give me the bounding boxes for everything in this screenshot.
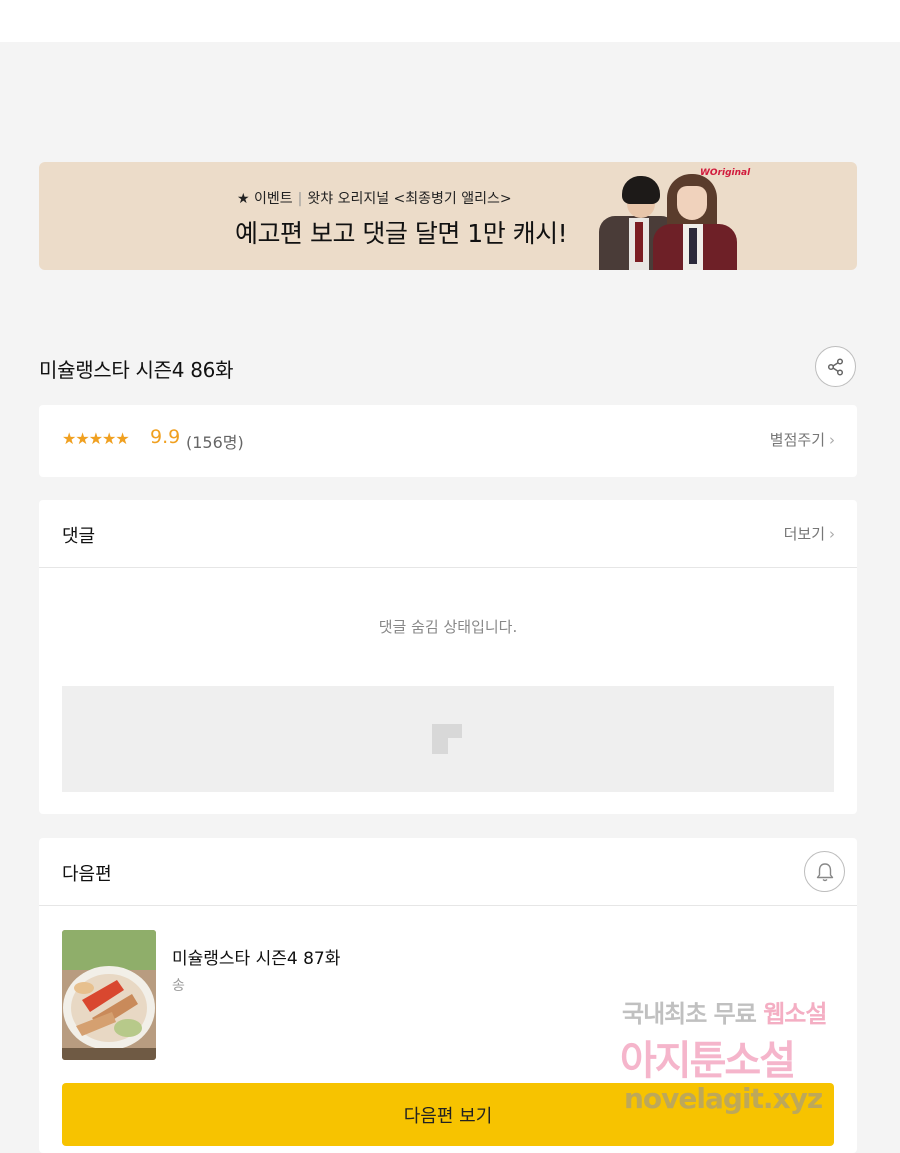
ad-placeholder[interactable] [62, 686, 834, 792]
rating-count: (156명) [186, 433, 244, 452]
banner-character-girl-tie [689, 228, 697, 264]
rating-score: 9.9 [150, 426, 181, 448]
banner-character-girl-face [677, 186, 707, 220]
food-thumbnail-image [62, 930, 156, 1060]
view-next-episode-button[interactable]: 다음편 보기 [62, 1083, 834, 1146]
chevron-right-icon: › [829, 525, 835, 543]
comments-more-link[interactable]: 더보기 › [784, 523, 835, 544]
banner-subtitle-row: ★ 이벤트 | 왓챠 오리지널 <최종병기 앨리스> [237, 188, 512, 208]
image-placeholder-icon [432, 724, 462, 754]
top-bar [0, 0, 900, 42]
comments-more-label: 더보기 [783, 525, 825, 543]
rate-button[interactable]: 별점주기 › [770, 429, 835, 450]
banner-logo: WOriginal [700, 168, 751, 178]
banner-subtitle: 왓챠 오리지널 <최종병기 앨리스> [307, 191, 512, 207]
banner-character-boy-tie [635, 222, 643, 262]
chevron-right-icon: › [829, 431, 835, 449]
share-icon [827, 357, 843, 376]
rating-card: ★★★★★ 9.9 (156명) 별점주기 › [39, 405, 857, 477]
episode-title: 미슐랭스타 시즌4 86화 [39, 358, 234, 382]
rating-stars: ★★★★★ [62, 429, 130, 448]
next-episode-heading: 다음편 [62, 864, 112, 885]
comments-card: 댓글 더보기 › 댓글 숨김 상태입니다. [39, 500, 857, 814]
comments-hidden-message: 댓글 숨김 상태입니다. [378, 618, 518, 636]
banner-headline: 예고편 보고 댓글 달면 1만 캐시! [235, 219, 568, 248]
next-episode-author: 송 [172, 978, 185, 994]
banner-character-boy-hair [622, 176, 660, 204]
banner-separator: | [297, 191, 303, 207]
next-episode-header: 다음편 [39, 838, 857, 906]
next-episode-title[interactable]: 미슐랭스타 시즌4 87화 [172, 944, 340, 969]
share-button[interactable] [815, 346, 856, 387]
rate-button-label: 별점주기 [769, 431, 825, 449]
comments-heading: 댓글 [62, 526, 96, 547]
banner-event-label: ★ 이벤트 [237, 191, 293, 207]
bell-icon [816, 862, 833, 881]
next-episode-card: 다음편 미슐랭스타 시즌4 87화 송 다음편 보기 [39, 838, 857, 1153]
comments-header: 댓글 더보기 › [39, 500, 857, 568]
next-episode-thumbnail[interactable] [62, 930, 156, 1060]
event-banner[interactable]: ★ 이벤트 | 왓챠 오리지널 <최종병기 앨리스> 예고편 보고 댓글 달면 1만… [39, 162, 857, 270]
notification-button[interactable] [804, 851, 845, 892]
